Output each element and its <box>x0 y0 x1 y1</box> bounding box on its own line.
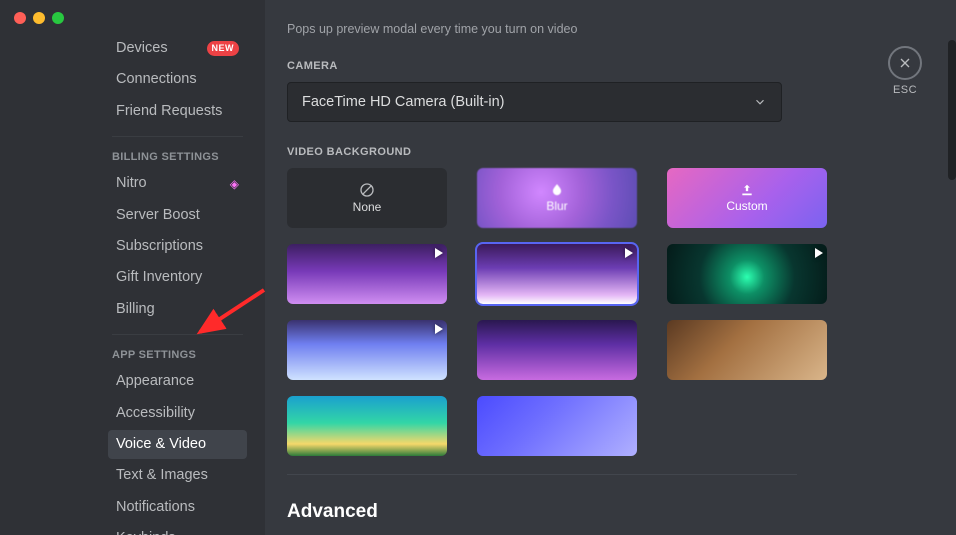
blur-icon <box>550 183 564 197</box>
sidebar-item-notifications[interactable]: Notifications <box>108 493 247 522</box>
camera-select[interactable]: FaceTime HD Camera (Built-in) <box>287 82 782 122</box>
close-settings: ESC <box>888 46 922 96</box>
sidebar-item-accessibility[interactable]: Accessibility <box>108 399 247 428</box>
bg-tile-preset-2[interactable] <box>477 244 637 304</box>
bg-tile-none[interactable]: None <box>287 168 447 228</box>
preview-description: Pops up preview modal every time you tur… <box>287 22 916 36</box>
sidebar-item-appearance[interactable]: Appearance <box>108 367 247 396</box>
section-divider <box>287 474 797 475</box>
bg-tile-custom[interactable]: Custom <box>667 168 827 228</box>
video-background-grid: None Blur Custom <box>287 168 827 456</box>
sidebar-item-label: Notifications <box>116 499 195 516</box>
close-button[interactable] <box>888 46 922 80</box>
tile-label: None <box>353 200 382 214</box>
bg-tile-preset-6[interactable] <box>667 320 827 380</box>
sidebar-item-label: Appearance <box>116 373 194 390</box>
minimize-window-dot[interactable] <box>33 12 45 24</box>
maximize-window-dot[interactable] <box>52 12 64 24</box>
bg-tile-preset-8[interactable] <box>477 396 637 456</box>
camera-section-label: CAMERA <box>287 60 916 72</box>
sidebar-item-label: Voice & Video <box>116 436 206 453</box>
sidebar-item-label: Nitro <box>116 175 147 192</box>
bg-tile-preset-3[interactable] <box>667 244 827 304</box>
sidebar-item-label: Devices <box>116 40 168 57</box>
content-scrollbar[interactable] <box>948 40 956 180</box>
upload-icon <box>740 183 754 197</box>
sidebar-item-keybinds[interactable]: Keybinds <box>108 524 247 535</box>
settings-content: Pops up preview modal every time you tur… <box>265 0 956 535</box>
play-icon <box>435 324 443 334</box>
settings-sidebar: Devices NEW Connections Friend Requests … <box>0 0 265 535</box>
sidebar-category-billing: BILLING SETTINGS <box>112 151 247 163</box>
sidebar-item-label: Connections <box>116 71 197 88</box>
video-background-section-label: VIDEO BACKGROUND <box>287 146 916 158</box>
sidebar-item-subscriptions[interactable]: Subscriptions <box>108 232 247 261</box>
bg-tile-preset-7[interactable] <box>287 396 447 456</box>
sidebar-category-app: APP SETTINGS <box>112 349 247 361</box>
new-badge: NEW <box>207 41 240 56</box>
bg-tile-preset-4[interactable] <box>287 320 447 380</box>
sidebar-item-label: Text & Images <box>116 467 208 484</box>
tile-label: Blur <box>546 199 567 213</box>
sidebar-item-nitro[interactable]: Nitro ◈ <box>108 169 247 198</box>
sidebar-item-gift-inventory[interactable]: Gift Inventory <box>108 263 247 292</box>
sidebar-item-label: Server Boost <box>116 207 200 224</box>
sidebar-item-label: Subscriptions <box>116 238 203 255</box>
sidebar-item-label: Gift Inventory <box>116 269 202 286</box>
sidebar-item-server-boost[interactable]: Server Boost <box>108 201 247 230</box>
sidebar-divider <box>112 136 243 137</box>
sidebar-item-label: Billing <box>116 301 155 318</box>
close-window-dot[interactable] <box>14 12 26 24</box>
none-icon <box>359 182 375 198</box>
bg-tile-blur[interactable]: Blur <box>477 168 637 228</box>
sidebar-divider <box>112 334 243 335</box>
sidebar-item-text-images[interactable]: Text & Images <box>108 461 247 490</box>
play-icon <box>625 248 633 258</box>
sidebar-item-billing[interactable]: Billing <box>108 295 247 324</box>
bg-tile-preset-1[interactable] <box>287 244 447 304</box>
sidebar-item-voice-video[interactable]: Voice & Video <box>108 430 247 459</box>
play-icon <box>815 248 823 258</box>
bg-tile-preset-5[interactable] <box>477 320 637 380</box>
play-icon <box>435 248 443 258</box>
close-icon <box>897 55 913 71</box>
sidebar-item-friend-requests[interactable]: Friend Requests <box>108 97 247 126</box>
tile-label: Custom <box>726 199 767 213</box>
esc-label: ESC <box>888 84 922 96</box>
sidebar-item-connections[interactable]: Connections <box>108 65 247 94</box>
sidebar-item-label: Keybinds <box>116 530 176 535</box>
sidebar-item-devices[interactable]: Devices NEW <box>108 34 247 63</box>
chevron-down-icon <box>753 95 767 109</box>
sidebar-item-label: Accessibility <box>116 405 195 422</box>
nitro-indicator-icon: ◈ <box>230 177 239 191</box>
window-traffic-lights <box>8 8 257 34</box>
advanced-heading: Advanced <box>287 501 916 523</box>
camera-selected-value: FaceTime HD Camera (Built-in) <box>302 94 505 110</box>
sidebar-item-label: Friend Requests <box>116 103 222 120</box>
